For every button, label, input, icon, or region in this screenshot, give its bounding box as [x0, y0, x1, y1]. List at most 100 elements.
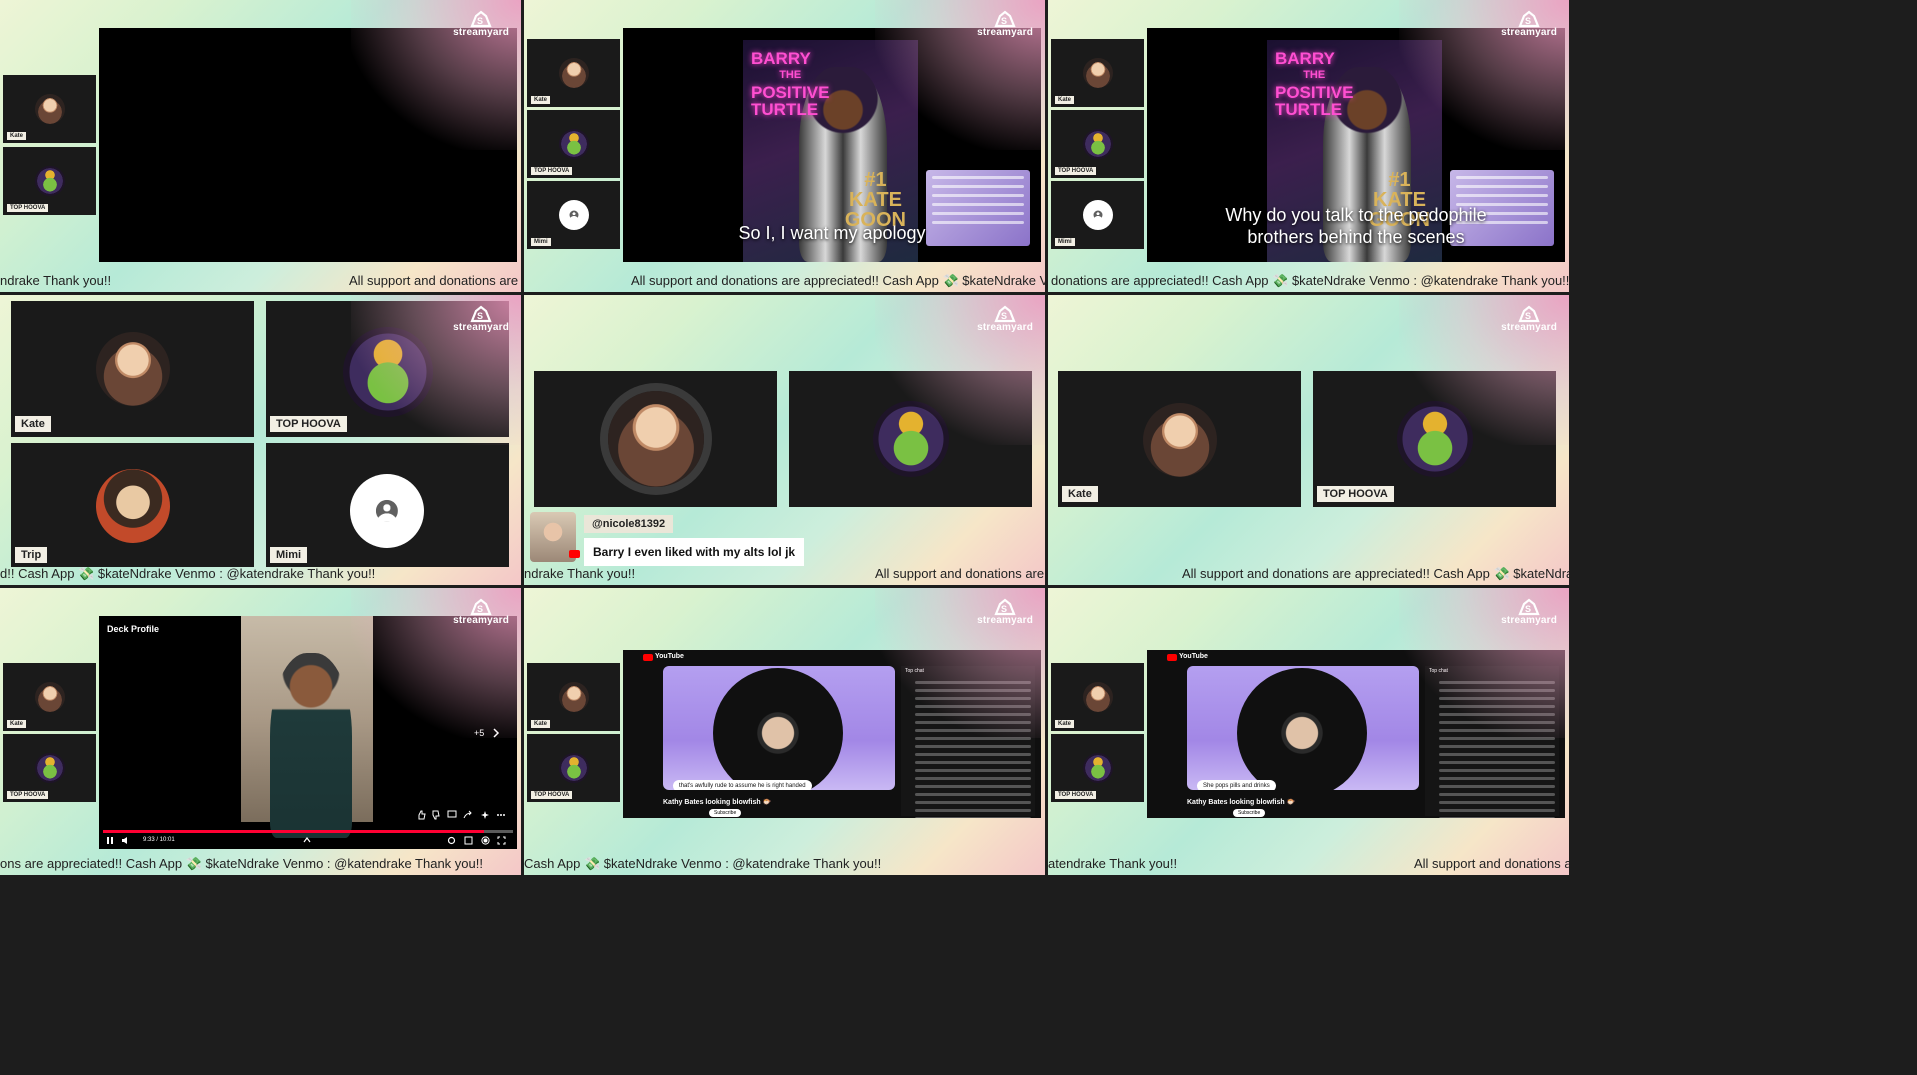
comment-icon[interactable] [447, 810, 457, 820]
streamyard-wordmark: streamyard [977, 615, 1033, 626]
more-videos-count[interactable]: +5 [474, 728, 484, 738]
participant-thumb-kate[interactable]: Kate [527, 663, 620, 731]
streamyard-logo-icon: S [1518, 10, 1540, 28]
fullscreen-icon[interactable] [497, 836, 506, 845]
participant-thumb-top-hoova[interactable]: TOP HOOVA [527, 110, 620, 178]
subscribe-button[interactable]: Subscribe [1233, 809, 1266, 817]
streamyard-wordmark: streamyard [1501, 615, 1557, 626]
more-options-icon[interactable] [496, 810, 506, 820]
participant-tile-kate[interactable]: Kate [1058, 371, 1301, 507]
share-icon[interactable] [463, 810, 473, 820]
main-stage: BARRY THE POSITIVE TURTLE #1 KATE GOON Why do… [1147, 28, 1565, 262]
participant-thumb-top-hoova[interactable]: TOP HOOVA [1051, 110, 1144, 178]
participant-tile-top-hoova[interactable]: TOP HOOVA [1313, 371, 1556, 507]
video-progress-bar[interactable] [103, 830, 513, 833]
chevron-right-icon[interactable] [492, 728, 500, 738]
dislike-icon[interactable] [431, 810, 441, 820]
ticker-text: Cash App 💸 $kateNdrake Venmo : @katendra… [524, 856, 882, 871]
stream-panel-8: S streamyard Kate TOP HOOVA YouTube that… [524, 588, 1045, 875]
svg-text:S: S [1001, 604, 1007, 614]
avatar-kate [1083, 682, 1113, 712]
streamyard-wordmark: streamyard [1501, 27, 1557, 38]
ticker-text: atendrake Thank you!! [1048, 856, 1178, 871]
svg-text:S: S [1525, 16, 1531, 26]
donation-ticker: d!! Cash App 💸 $kateNdrake Venmo : @kate… [0, 563, 521, 585]
participant-tile-trip[interactable]: Trip [11, 443, 254, 567]
streamyard-logo-icon: S [1518, 305, 1540, 323]
avatar-kate [608, 391, 704, 487]
stream-panel-5: S streamyard @nicole81392 Barry I even l… [524, 295, 1045, 585]
gear-icon[interactable] [481, 836, 490, 845]
settings-icon[interactable] [447, 836, 456, 845]
remix-icon[interactable] [480, 810, 490, 820]
chevron-up-icon[interactable] [303, 837, 311, 843]
avatar-top-hoova [35, 166, 65, 196]
live-chat-panel: Top chat [1425, 666, 1559, 818]
streamyard-logo-icon: S [994, 305, 1016, 323]
avatar-trip [96, 469, 170, 543]
participant-thumb-kate[interactable]: Kate [1051, 663, 1144, 731]
participant-thumb-kate[interactable]: Kate [527, 39, 620, 107]
avatar-kate [559, 682, 589, 712]
donation-ticker: All support and donations are appreciate… [524, 270, 1045, 292]
video-frame [241, 616, 373, 839]
subscribe-button[interactable]: Subscribe [709, 809, 742, 817]
streamyard-logo-icon: S [994, 598, 1016, 616]
participant-tile-top-hoova[interactable] [789, 371, 1032, 507]
video-title: Kathy Bates looking blowfish 🐡 [1187, 799, 1296, 806]
miniplayer-icon[interactable] [464, 836, 473, 845]
avatar-kate [1083, 58, 1113, 88]
live-chat-panel: Top chat [901, 666, 1035, 818]
svg-text:S: S [1525, 311, 1531, 321]
video-player[interactable]: that's awfully rude to assume he is righ… [663, 666, 895, 790]
pause-icon[interactable] [106, 836, 114, 845]
name-tag-mimi: Mimi [531, 238, 551, 246]
main-stage: BARRY THE POSITIVE TURTLE #1 KATE GOON So I, … [623, 28, 1041, 262]
avatar-top-hoova [1397, 401, 1473, 477]
youtube-icon [569, 550, 580, 558]
youtube-brand: YouTube [655, 653, 684, 660]
top-chat-label: Top chat [1429, 668, 1448, 674]
name-tag-kate: Kate [1055, 96, 1075, 104]
youtube-brand: YouTube [1179, 653, 1208, 660]
youtube-window: YouTube She pops pills and drinks Kathy … [1147, 650, 1565, 818]
name-tag-top-hoova: TOP HOOVA [531, 167, 573, 175]
streamyard-wordmark: streamyard [977, 322, 1033, 333]
streamyard-logo-icon: S [470, 305, 492, 323]
poster-title: BARRY THE POSITIVE TURTLE [1275, 49, 1354, 119]
donation-ticker: ons are appreciated!! Cash App 💸 $kateNd… [0, 853, 521, 875]
video-title: Kathy Bates looking blowfish 🐡 [663, 799, 772, 806]
participant-thumb-mimi[interactable]: Mimi [527, 181, 620, 249]
ticker-text: All support and donations are appr [349, 273, 521, 288]
donation-ticker: atendrake Thank you!! All support and do… [1048, 853, 1569, 875]
streamyard-logo: S streamyard [1501, 10, 1557, 38]
streamyard-logo-icon: S [470, 598, 492, 616]
caption-line-2: brothers behind the scenes [1247, 227, 1465, 247]
stream-panel-3: S streamyard Kate TOP HOOVA Mimi BARRY TH… [1048, 0, 1569, 292]
participant-thumb-top-hoova[interactable]: TOP HOOVA [1051, 734, 1144, 802]
participant-thumb-top-hoova[interactable]: TOP HOOVA [527, 734, 620, 802]
streamyard-wordmark: streamyard [453, 322, 509, 333]
name-tag-trip: Trip [15, 547, 48, 563]
streamyard-wordmark: streamyard [453, 615, 509, 626]
participant-tile-kate[interactable]: Kate [11, 301, 254, 437]
participant-thumb-top-hoova[interactable]: TOP HOOVA [3, 147, 96, 215]
participant-tile-mimi[interactable]: Mimi [266, 443, 509, 567]
avatar-top-hoova [873, 401, 949, 477]
poster-title: BARRY THE POSITIVE TURTLE [751, 49, 830, 119]
volume-icon[interactable] [121, 836, 131, 845]
name-tag-top-hoova: TOP HOOVA [531, 791, 573, 799]
avatar-top-hoova [343, 327, 433, 417]
participant-tile-kate[interactable] [534, 371, 777, 507]
streamyard-logo: S streamyard [977, 598, 1033, 626]
like-icon[interactable] [417, 810, 427, 820]
streamyard-logo: S streamyard [977, 10, 1033, 38]
video-player[interactable]: She pops pills and drinks [1187, 666, 1419, 790]
participant-thumb-kate[interactable]: Kate [3, 75, 96, 143]
participant-thumb-mimi[interactable]: Mimi [1051, 181, 1144, 249]
youtube-window: YouTube that's awfully rude to assume he… [623, 650, 1041, 818]
streamyard-wordmark: streamyard [453, 27, 509, 38]
participant-thumb-kate[interactable]: Kate [3, 663, 96, 731]
participant-thumb-kate[interactable]: Kate [1051, 39, 1144, 107]
participant-thumb-top-hoova[interactable]: TOP HOOVA [3, 734, 96, 802]
